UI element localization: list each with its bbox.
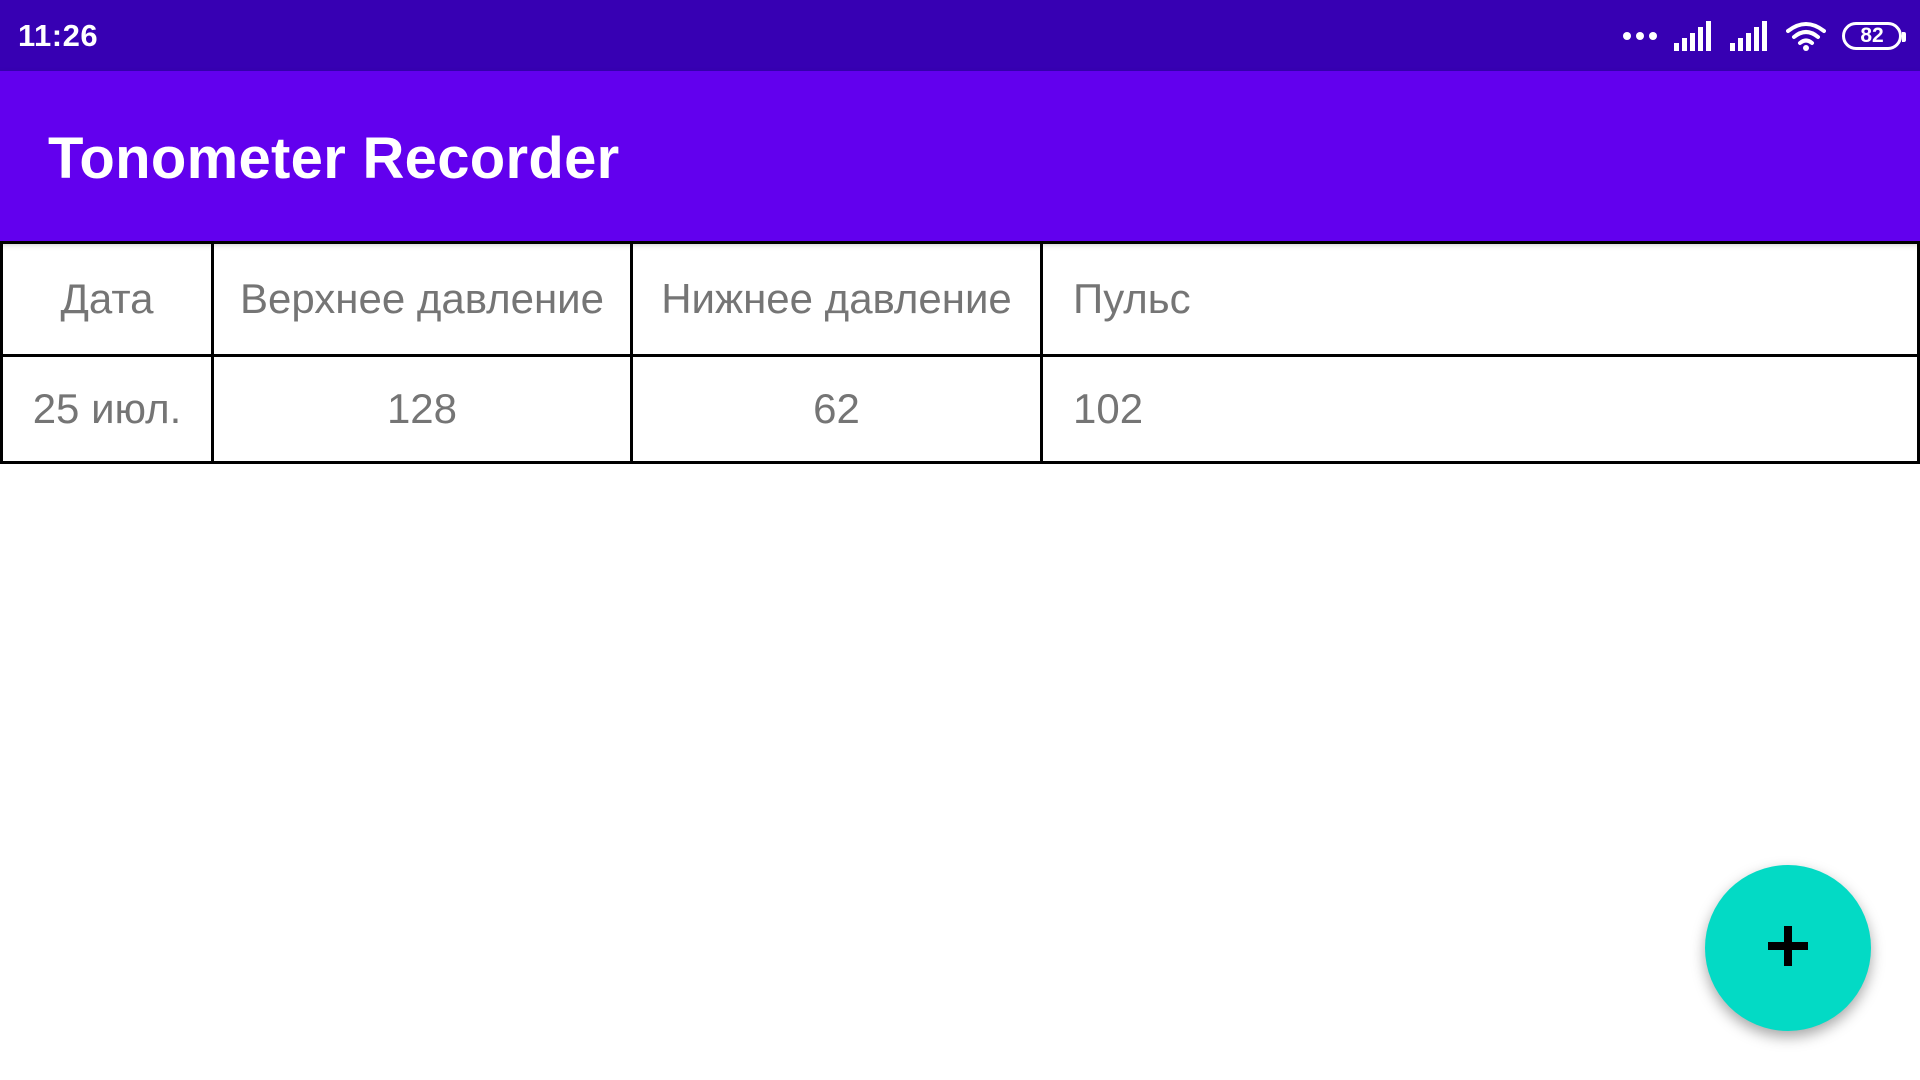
cell-pulse: 102 (1040, 354, 1920, 464)
battery-level: 82 (1860, 24, 1884, 47)
header-date: Дата (0, 241, 214, 357)
header-pulse: Пульс (1040, 241, 1920, 357)
status-bar: 11:26 82 (0, 0, 1920, 71)
app-bar: Tonometer Recorder (0, 71, 1920, 241)
status-icons: 82 (1622, 18, 1906, 54)
table-row[interactable]: 25 июл. 128 62 102 (0, 354, 1920, 464)
header-lower-pressure: Нижнее давление (630, 241, 1043, 357)
cell-lower-pressure: 62 (630, 354, 1043, 464)
records-table: Дата Верхнее давление Нижнее давление Пу… (0, 241, 1920, 464)
plus-icon (1766, 924, 1810, 973)
status-time: 11:26 (18, 18, 99, 53)
signal-icon (1674, 21, 1714, 51)
battery-icon: 82 (1842, 22, 1906, 50)
app-title: Tonometer Recorder (48, 126, 620, 191)
cell-date: 25 июл. (0, 354, 214, 464)
wifi-icon (1786, 21, 1826, 51)
cell-upper-pressure: 128 (211, 354, 633, 464)
header-upper-pressure: Верхнее давление (211, 241, 633, 357)
add-record-button[interactable] (1705, 865, 1871, 1031)
table-header-row: Дата Верхнее давление Нижнее давление Пу… (0, 241, 1920, 357)
more-dots-icon (1622, 31, 1658, 41)
signal-icon (1730, 21, 1770, 51)
